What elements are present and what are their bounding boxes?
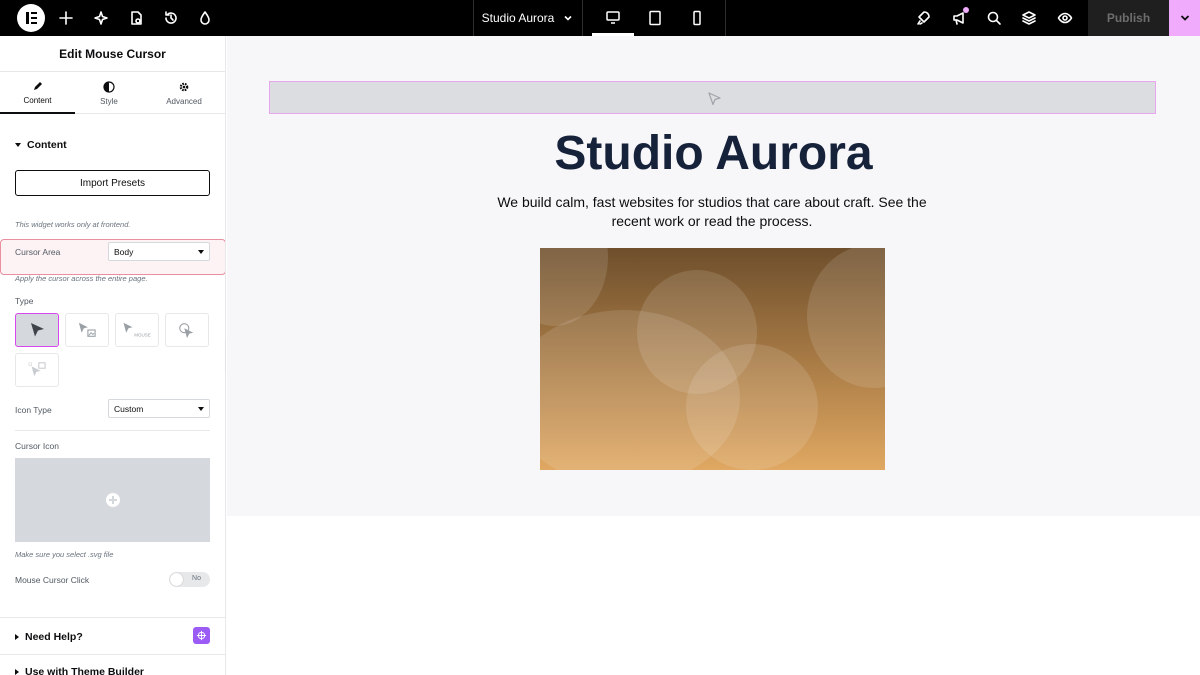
site-title: Studio Aurora [481,11,555,25]
site-title-dropdown[interactable]: Studio Aurora [473,0,583,36]
desktop-icon[interactable] [592,0,634,36]
hero-image[interactable] [540,248,885,470]
caret-right-icon [15,634,19,640]
type-option-text[interactable]: MOUSE [115,313,159,347]
pencil-icon [33,81,42,90]
toggle-knob [170,573,183,586]
publish-button[interactable]: Publish [1088,0,1169,36]
tab-label: Content [23,95,52,105]
cursor-area-select[interactable]: Body [108,242,210,261]
type-option-arrow[interactable] [15,313,59,347]
panel-title: Edit Mouse Cursor [0,36,225,72]
mouse-cursor-click-toggle[interactable]: No [169,572,210,587]
cursor-image-icon [78,322,96,337]
elementor-logo-icon[interactable] [17,4,45,32]
structure-layers-icon[interactable] [1019,8,1039,28]
type-option-image[interactable] [65,313,109,347]
caret-down-icon [198,250,204,254]
plus-circle-icon [106,493,120,507]
rocket-icon[interactable] [913,8,933,28]
mobile-icon[interactable] [676,0,718,36]
tab-content[interactable]: Content [0,72,75,114]
section-title: Need Help? [25,631,83,643]
page-settings-icon[interactable] [126,8,146,28]
cursor-area-value: Body [114,246,134,257]
chevron-down-icon [1180,15,1189,21]
editor-canvas: Studio Aurora We build calm, fast websit… [227,36,1200,675]
publish-options-button[interactable] [1169,0,1200,36]
editor-panel: Edit Mouse Cursor Content Style Advanced… [0,36,226,675]
icon-type-label: Icon Type [15,405,52,415]
site-settings-drop-icon[interactable] [195,8,215,28]
icon-type-value: Custom [114,403,144,414]
tab-advanced[interactable]: Advanced [143,72,225,114]
icon-type-select[interactable]: Custom [108,399,210,418]
cursor-area-label: Cursor Area [15,247,61,257]
panel-tabs: Content Style Advanced [0,72,225,114]
page-section: Studio Aurora We build calm, fast websit… [227,36,1200,516]
ai-sparkle-icon[interactable] [91,8,111,28]
tab-style[interactable]: Style [75,72,143,114]
top-bar: Studio Aurora Publish [0,0,1200,36]
tablet-icon[interactable] [634,0,676,36]
type-option-image-alt[interactable] [15,353,59,387]
cursor-text-icon: MOUSE [123,322,151,337]
preview-eye-icon[interactable] [1055,8,1075,28]
mouse-cursor-click-label: Mouse Cursor Click [15,575,90,585]
chevron-down-icon [564,15,572,21]
cursor-arrow-icon [708,92,721,106]
hero-heading[interactable]: Studio Aurora [227,126,1200,181]
cursor-icon-media-picker[interactable] [15,458,210,542]
device-switcher [590,0,726,36]
section-toggle-theme-builder[interactable]: Use with Theme Builder [15,666,144,675]
cursor-icon-label: Cursor Icon [15,441,59,451]
import-presets-button[interactable]: Import Presets [15,170,210,196]
tab-label: Style [100,96,118,106]
toggle-state: No [192,575,201,582]
caret-right-icon [15,669,19,675]
history-icon[interactable] [161,8,181,28]
hero-paragraph[interactable]: We build calm, fast websites for studios… [482,193,942,231]
caret-down-icon [15,143,21,147]
half-circle-icon [103,80,115,93]
search-icon[interactable] [984,8,1004,28]
section-title: Use with Theme Builder [25,666,145,675]
mouse-badge-text: MOUSE [134,332,151,337]
gear-icon [179,82,189,91]
cursor-area-help: Apply the cursor across the entire page. [15,274,148,283]
section-toggle-content[interactable]: Content [15,139,67,151]
frontend-note: This widget works only at frontend. [15,220,131,229]
caret-down-icon [198,407,204,411]
arrow-cursor-icon [31,323,44,337]
section-toggle-need-help[interactable]: Need Help? [15,631,83,643]
section-divider [0,617,225,618]
mouse-cursor-widget-placeholder[interactable] [269,81,1156,114]
ai-assistant-icon[interactable] [193,627,210,644]
notification-dot [963,7,969,13]
add-element-icon[interactable] [56,8,76,28]
section-title: Content [27,139,67,151]
svg-note: Make sure you select .svg file [15,550,114,559]
type-label: Type [15,296,34,306]
type-option-circle[interactable] [165,313,209,347]
cursor-circle-icon [179,323,194,339]
cursor-image-alt-icon [28,362,46,377]
divider [15,430,210,431]
tab-label: Advanced [166,96,202,106]
section-divider [0,654,225,655]
